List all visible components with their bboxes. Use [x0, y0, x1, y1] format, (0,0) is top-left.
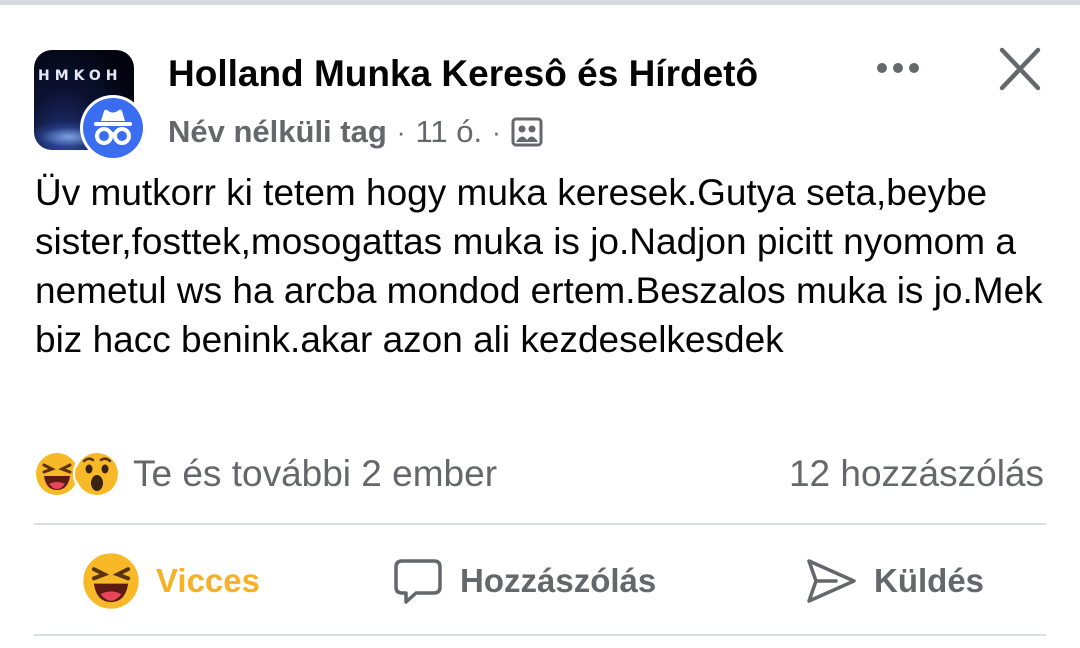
- post-text: Üv mutkorr ki tetem hogy muka keresek.Gu…: [35, 172, 1043, 360]
- comment-icon: [392, 555, 444, 607]
- meta-separator-2: ·: [492, 116, 501, 147]
- comment-button[interactable]: Hozzászólás: [392, 550, 656, 612]
- meta-separator: ·: [396, 116, 406, 147]
- haha-reaction-label: Vicces: [156, 562, 260, 599]
- send-label: Küldés: [874, 562, 985, 599]
- send-icon: [804, 555, 858, 607]
- close-icon[interactable]: [990, 42, 1048, 100]
- top-separator: [0, 0, 1080, 5]
- group-logo-text: HMKOH: [38, 68, 123, 84]
- reactions-label[interactable]: Te és további 2 ember: [133, 453, 497, 495]
- send-button[interactable]: Küldés: [804, 550, 984, 612]
- divider-top: [34, 523, 1046, 525]
- comment-label: Hozzászólás: [460, 562, 657, 599]
- anonymous-member-avatar[interactable]: [80, 95, 146, 161]
- wow-icon: [73, 450, 121, 498]
- divider-bottom: [34, 634, 1046, 636]
- reactions-summary[interactable]: Te és további 2 ember: [33, 450, 497, 498]
- group-name[interactable]: Holland Munka Keresô és Hírdetô: [168, 52, 758, 96]
- author-name[interactable]: Név nélküli tag: [168, 114, 387, 150]
- incognito-icon: [94, 109, 132, 145]
- more-icon[interactable]: [870, 50, 926, 86]
- post-meta: Név nélküli tag · 11 ó. ·: [168, 110, 543, 154]
- haha-icon: [82, 552, 140, 610]
- post-time[interactable]: 11 ó.: [415, 114, 482, 150]
- haha-reaction-button[interactable]: Vicces: [82, 550, 260, 612]
- comment-count[interactable]: 12 hozzászólás: [789, 450, 1044, 498]
- group-privacy-icon[interactable]: [511, 117, 543, 147]
